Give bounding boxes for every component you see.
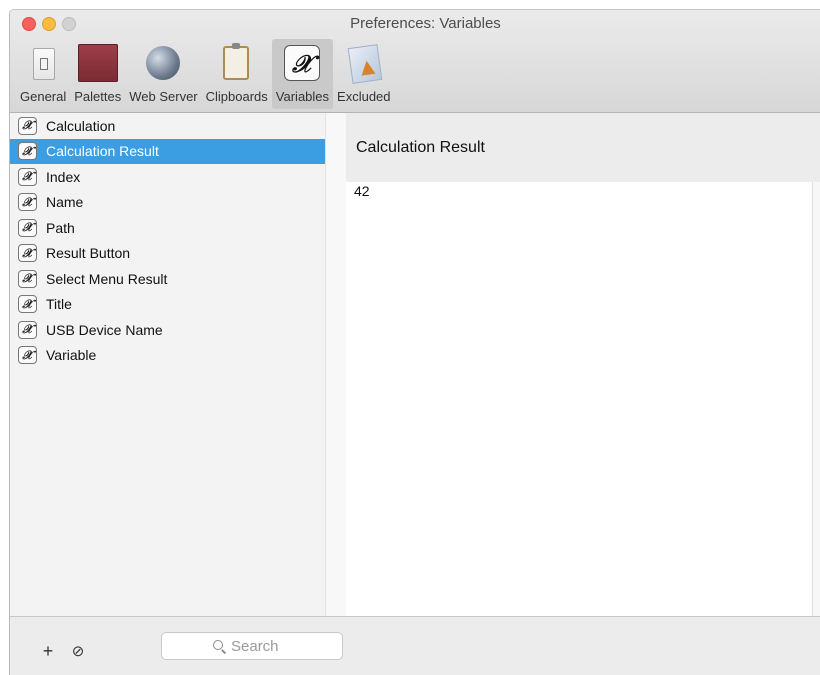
list-item-label: Result Button [46,245,131,262]
variable-x-icon: 𝒳 [18,193,37,212]
variable-x-icon: 𝒳 [18,269,37,288]
clipboard-icon [217,43,257,83]
general-switch-icon [23,43,63,83]
variable-x-icon: 𝒳 [18,244,37,263]
toolbar-general[interactable]: General [16,39,70,109]
list-item-calculation[interactable]: 𝒳 Calculation [10,113,325,139]
list-item-label: USB Device Name [46,321,163,338]
search-icon [213,640,225,652]
add-variable-button[interactable]: + [38,641,58,661]
toolbar-clipboards[interactable]: Clipboards [202,39,272,109]
list-item-variable[interactable]: 𝒳 Variable [10,343,325,369]
list-item-label: Select Menu Result [46,270,168,287]
variable-x-icon: 𝒳 [18,167,37,186]
variable-x-icon: 𝒳 [18,346,37,365]
window-title: Preferences: Variables [350,15,501,32]
excluded-app-icon [344,43,384,84]
sidebar-scrollbar[interactable] [325,113,347,616]
variable-x-icon: 𝒳 [18,320,37,339]
list-item-label: Index [46,168,81,185]
toolbar-variables[interactable]: 𝒳 Variables [271,39,334,109]
list-item-calculation-result[interactable]: 𝒳 Calculation Result [10,138,325,164]
variable-x-icon: 𝒳 [18,295,37,314]
variables-list: 𝒳 Calculation 𝒳 Calculation Result 𝒳 Ind… [10,113,325,616]
preferences-window: Preferences: Variables General Palettes … [9,9,820,675]
toolbar-excluded-label: Excluded [337,89,391,104]
list-item-title[interactable]: 𝒳 Title [10,292,325,318]
list-item-label: Name [46,194,84,211]
list-item-label: Variable [46,347,97,364]
bottom-bar: + ⊘ [10,616,820,675]
toolbar-palettes-label: Palettes [74,89,122,104]
variable-x-icon: 𝒳 [282,43,322,83]
palettes-icon [77,43,118,83]
list-item-path[interactable]: 𝒳 Path [10,215,325,241]
toolbar-excluded[interactable]: Excluded [333,39,394,109]
toolbar-web-server-label: Web Server [129,89,198,104]
preferences-toolbar: General Palettes Web Server Clipboards 𝒳… [16,39,395,109]
variable-value[interactable]: 42 [354,183,370,199]
variable-x-icon: 𝒳 [18,116,37,135]
list-item-label: Path [46,219,75,236]
list-item-usb-device-name[interactable]: 𝒳 USB Device Name [10,317,325,343]
list-item-result-button[interactable]: 𝒳 Result Button [10,241,325,267]
list-item-name[interactable]: 𝒳 Name [10,190,325,216]
variable-x-icon: 𝒳 [18,142,37,161]
detail-header: Calculation Result [346,113,820,183]
title-bar: Preferences: Variables General Palettes … [10,10,820,113]
toolbar-general-label: General [20,89,67,104]
toolbar-palettes[interactable]: Palettes [70,39,125,109]
variable-x-icon: 𝒳 [18,218,37,237]
remove-variable-button[interactable]: ⊘ [68,641,88,661]
search-field[interactable] [161,632,343,660]
variable-value-editor[interactable]: 42 [346,182,812,616]
list-item-label: Calculation [46,117,116,134]
globe-icon [143,43,183,83]
toolbar-web-server[interactable]: Web Server [125,39,201,109]
list-item-label: Title [46,296,72,313]
list-item-label: Calculation Result [46,143,159,160]
search-input[interactable] [231,637,291,655]
toolbar-variables-label: Variables [275,89,330,104]
list-item-select-menu-result[interactable]: 𝒳 Select Menu Result [10,266,325,292]
toolbar-clipboards-label: Clipboards [205,89,268,104]
list-item-index[interactable]: 𝒳 Index [10,164,325,190]
detail-scrollbar[interactable] [812,182,820,616]
detail-title: Calculation Result [356,139,485,156]
